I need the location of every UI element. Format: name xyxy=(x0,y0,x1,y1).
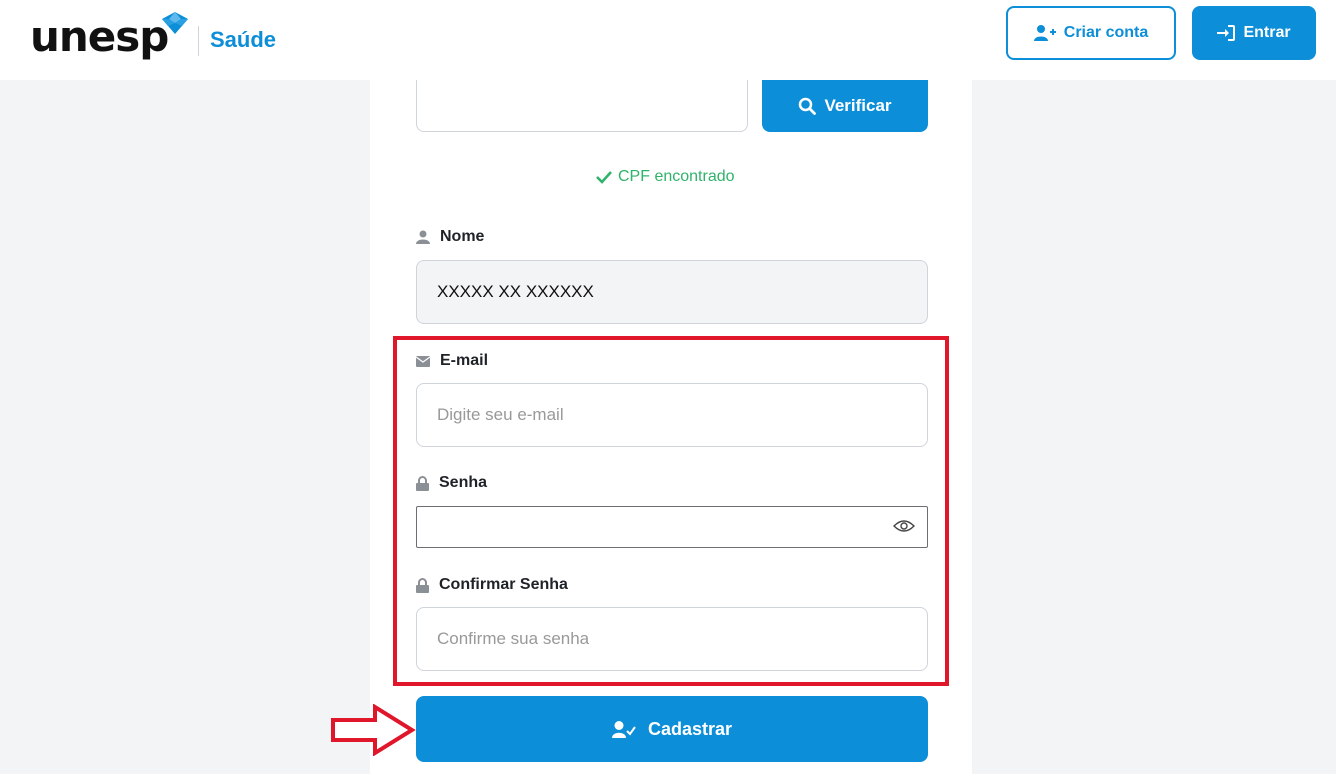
user-check-icon xyxy=(611,720,636,738)
cpf-input[interactable] xyxy=(416,80,748,132)
verify-label: Verificar xyxy=(824,96,892,115)
highlight-box xyxy=(393,336,949,686)
cpf-status: CPF encontrado xyxy=(596,168,735,186)
user-plus-icon xyxy=(1033,25,1056,41)
name-label-text: Nome xyxy=(440,228,485,245)
brand-saude: Saúde xyxy=(210,27,277,52)
create-account-label: Criar conta xyxy=(1063,24,1149,41)
register-label: Cadastrar xyxy=(647,718,733,739)
search-icon xyxy=(799,97,817,115)
check-icon xyxy=(596,171,612,184)
verify-button[interactable]: Verificar xyxy=(762,80,928,132)
login-label: Entrar xyxy=(1243,24,1291,41)
top-header: unesp Saúde Criar conta Entrar xyxy=(0,0,1336,80)
brand-divider xyxy=(198,26,199,56)
unesp-logo: unesp xyxy=(30,12,169,61)
login-button[interactable]: Entrar xyxy=(1192,6,1316,60)
cpf-status-text: CPF encontrado xyxy=(618,168,735,185)
create-account-button[interactable]: Criar conta xyxy=(1006,6,1176,60)
name-field: XXXXX XX XXXXXX xyxy=(416,260,928,324)
name-label: Nome xyxy=(416,228,484,246)
unesp-logo-mark-icon xyxy=(162,12,188,34)
register-button[interactable]: Cadastrar xyxy=(416,696,928,762)
user-icon xyxy=(416,230,430,244)
arrow-right-icon xyxy=(331,704,416,756)
sign-in-icon xyxy=(1217,25,1236,41)
